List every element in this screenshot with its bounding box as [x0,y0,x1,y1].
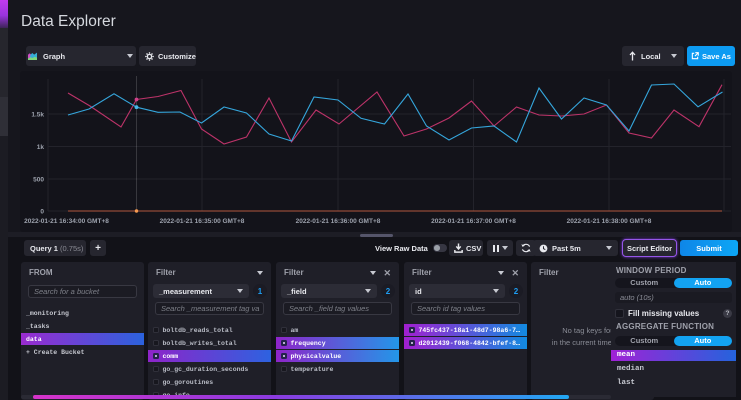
svg-text:2022-01-21 16:34:00 GMT+8: 2022-01-21 16:34:00 GMT+8 [24,218,109,225]
svg-text:2022-01-21 16:36:00 GMT+8: 2022-01-21 16:36:00 GMT+8 [296,218,381,225]
svg-text:500: 500 [33,177,44,184]
svg-text:2022-01-21 16:37:00 GMT+8: 2022-01-21 16:37:00 GMT+8 [431,218,516,225]
svg-text:2022-01-21 16:38:00 GMT+8: 2022-01-21 16:38:00 GMT+8 [567,218,652,225]
svg-text:0: 0 [40,209,44,216]
svg-text:1.5k: 1.5k [31,112,44,119]
svg-text:1k: 1k [37,144,45,151]
svg-text:2022-01-21 16:35:00 GMT+8: 2022-01-21 16:35:00 GMT+8 [160,218,245,225]
